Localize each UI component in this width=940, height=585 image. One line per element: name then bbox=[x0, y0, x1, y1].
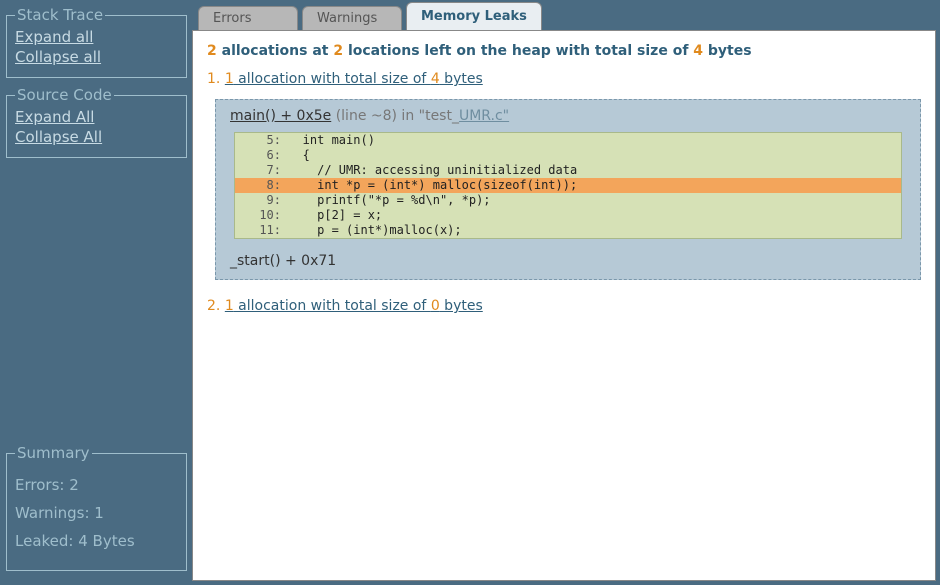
sidebar: Stack Trace Expand all Collapse all Sour… bbox=[0, 0, 192, 585]
expand-all-stack[interactable]: Expand all bbox=[15, 28, 178, 48]
stack-trace-panel: Stack Trace Expand all Collapse all bbox=[6, 6, 187, 78]
sidebar-spacer bbox=[6, 166, 187, 444]
summary-errors: Errors: 2 bbox=[15, 476, 178, 494]
frame-location: (line ~8) in "test_ bbox=[331, 108, 459, 124]
item2-link-n: 1 bbox=[225, 298, 234, 314]
headline-t3: bytes bbox=[703, 43, 752, 59]
code-line: 11: p = (int*)malloc(x); bbox=[235, 223, 901, 238]
summary-leaked: Leaked: 4 Bytes bbox=[15, 532, 178, 550]
tab-bar: Errors Warnings Memory Leaks bbox=[192, 0, 940, 30]
frame-function: main() + 0x5e bbox=[230, 108, 331, 124]
item1-link-bytes: 4 bbox=[431, 71, 440, 87]
source-code-panel: Source Code Expand All Collapse All bbox=[6, 86, 187, 158]
tab-memory-leaks[interactable]: Memory Leaks bbox=[406, 2, 542, 30]
stack-frame-box: main() + 0x5e (line ~8) in "test_UMR.c" … bbox=[215, 99, 921, 280]
summary-warnings: Warnings: 1 bbox=[15, 504, 178, 522]
item2-number: 2. bbox=[207, 298, 220, 314]
main-area: Errors Warnings Memory Leaks 2 allocatio… bbox=[192, 0, 940, 585]
item1-link-mid: allocation with total size of bbox=[234, 71, 431, 87]
item1-link-n: 1 bbox=[225, 71, 234, 87]
frame-header[interactable]: main() + 0x5e (line ~8) in "test_UMR.c" bbox=[216, 100, 920, 132]
item1-link[interactable]: 1 allocation with total size of 4 bytes bbox=[225, 71, 483, 87]
frame-caller[interactable]: _start() + 0x71 bbox=[216, 247, 920, 279]
code-line: 8: int *p = (int*) malloc(sizeof(int)); bbox=[235, 178, 901, 193]
headline-loc-count: 2 bbox=[333, 43, 343, 59]
code-line: 10: p[2] = x; bbox=[235, 208, 901, 223]
code-line: 6: { bbox=[235, 148, 901, 163]
item1-number: 1. bbox=[207, 71, 220, 87]
item1-link-tail: bytes bbox=[440, 71, 483, 87]
headline-alloc-count: 2 bbox=[207, 43, 217, 59]
code-line: 9: printf("*p = %d\n", *p); bbox=[235, 193, 901, 208]
headline-t2: locations left on the heap with total si… bbox=[343, 43, 693, 59]
source-code-block: 5: int main()6: {7: // UMR: accessing un… bbox=[234, 132, 902, 239]
source-code-legend: Source Code bbox=[15, 86, 114, 104]
code-line: 7: // UMR: accessing uninitialized data bbox=[235, 163, 901, 178]
headline-byte-count: 4 bbox=[693, 43, 703, 59]
content-pane: 2 allocations at 2 locations left on the… bbox=[192, 30, 936, 581]
summary-panel: Summary Errors: 2 Warnings: 1 Leaked: 4 … bbox=[6, 444, 187, 571]
leak-headline: 2 allocations at 2 locations left on the… bbox=[207, 43, 921, 59]
collapse-all-stack[interactable]: Collapse all bbox=[15, 48, 178, 68]
summary-legend: Summary bbox=[15, 444, 92, 462]
headline-t1: allocations at bbox=[217, 43, 334, 59]
item2-link-tail: bytes bbox=[440, 298, 483, 314]
stack-trace-legend: Stack Trace bbox=[15, 6, 105, 24]
tab-warnings[interactable]: Warnings bbox=[302, 6, 402, 30]
item2-link[interactable]: 1 allocation with total size of 0 bytes bbox=[225, 298, 483, 314]
leak-item-2: 2. 1 allocation with total size of 0 byt… bbox=[207, 298, 921, 314]
code-line: 5: int main() bbox=[235, 133, 901, 148]
item2-link-mid: allocation with total size of bbox=[234, 298, 431, 314]
collapse-all-source[interactable]: Collapse All bbox=[15, 128, 178, 148]
frame-file: UMR.c" bbox=[459, 108, 509, 124]
item2-link-bytes: 0 bbox=[431, 298, 440, 314]
leak-item-1: 1. 1 allocation with total size of 4 byt… bbox=[207, 71, 921, 87]
expand-all-source[interactable]: Expand All bbox=[15, 108, 178, 128]
app-root: Stack Trace Expand all Collapse all Sour… bbox=[0, 0, 940, 585]
tab-errors[interactable]: Errors bbox=[198, 6, 298, 30]
